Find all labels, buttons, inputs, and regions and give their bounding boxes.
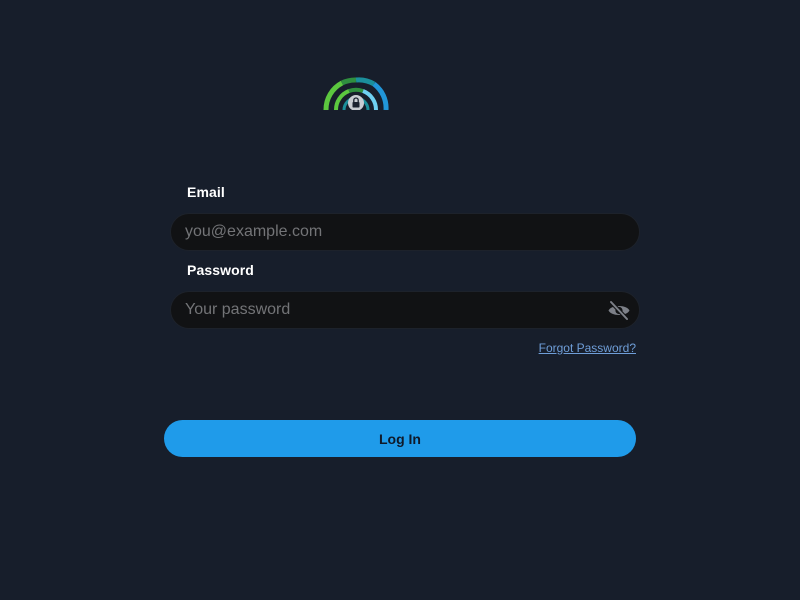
password-field[interactable] (171, 292, 639, 328)
lock-eye-logo-icon (322, 77, 390, 112)
eye-slash-icon[interactable] (607, 300, 631, 321)
login-button[interactable]: Log In (164, 420, 636, 457)
login-page: Email Password Forgot Password? Log In (0, 0, 800, 600)
forgot-password-link[interactable]: Forgot Password? (539, 341, 636, 355)
email-label: Email (187, 184, 225, 200)
email-field-container (170, 213, 640, 251)
password-label: Password (187, 262, 254, 278)
login-button-label: Log In (379, 430, 421, 447)
email-field[interactable] (171, 214, 639, 250)
password-field-container (170, 291, 640, 329)
